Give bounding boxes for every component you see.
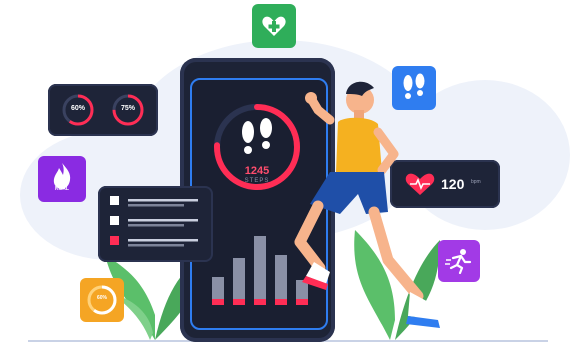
activity-bar: [254, 236, 266, 299]
bar-base: [233, 299, 245, 305]
checklist-line: [128, 199, 198, 202]
progress-ring-label: 60%: [96, 295, 107, 301]
checklist-line: [128, 204, 184, 207]
health-tile: [252, 4, 296, 48]
gauge-label-2: 75%: [120, 105, 135, 112]
runner-figure: [294, 81, 440, 328]
checklist-line: [128, 224, 184, 227]
checklist-line: [128, 244, 184, 247]
gauge-label-1: 60%: [70, 105, 85, 112]
activity-bar: [212, 277, 224, 299]
checkbox: [110, 196, 119, 205]
checklist: [110, 196, 198, 247]
heart-plus-icon: [262, 16, 286, 36]
activity-bar: [233, 258, 245, 299]
checklist-line: [128, 239, 198, 242]
checkbox: [110, 236, 119, 245]
checkbox: [110, 216, 119, 225]
heart-rate-unit: bpm: [471, 179, 481, 185]
checklist-line: [128, 219, 198, 222]
calories-label: KCAL: [55, 186, 69, 192]
bar-base: [254, 299, 266, 305]
bar-base: [212, 299, 224, 305]
calories-tile: [38, 156, 86, 202]
